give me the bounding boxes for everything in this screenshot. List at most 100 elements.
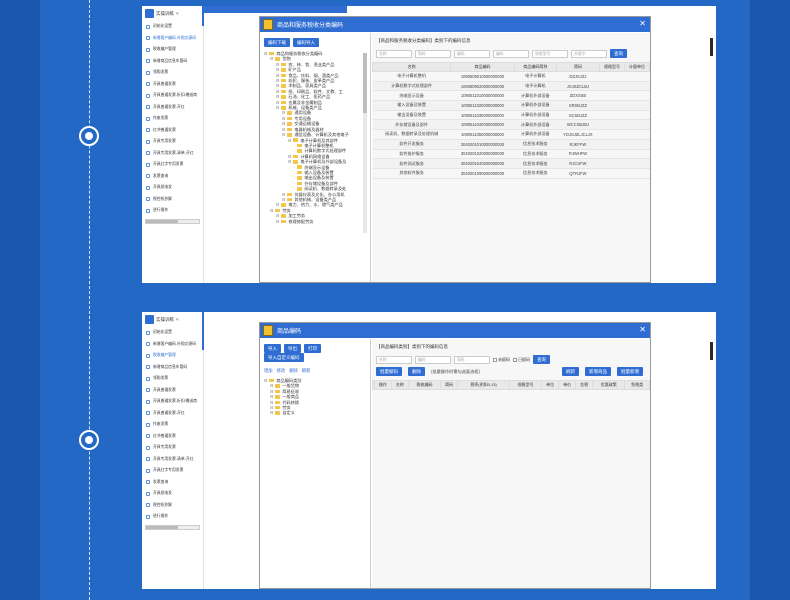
sidebar-item[interactable]: 开具纸电发 — [142, 182, 203, 194]
sidebar-item[interactable]: 开具红字专用发票 — [142, 159, 203, 171]
sidebar-item[interactable]: 新增商品信息车管码 — [142, 362, 203, 374]
download-code-button[interactable]: 编码下载 — [264, 38, 290, 47]
sidebar-item[interactable]: 税收编户管理 — [142, 350, 203, 362]
expand-toggle-icon[interactable]: ⊟ — [276, 202, 279, 207]
table-row[interactable]: 阅读机、数据转录及处理机械 1090511050000000000 计算机外部设备 Y… — [372, 129, 650, 140]
sidebar-item[interactable]: 领购发票 — [142, 67, 203, 79]
table-row[interactable]: 外存储设备及部件 1090511040000000000 计算机外部设备 WCCSBJ… — [372, 119, 650, 131]
refresh-button[interactable]: 刷新 — [562, 367, 579, 376]
filter-input[interactable]: 关键字 — [571, 49, 607, 58]
expand-toggle-icon[interactable]: ⊟ — [270, 410, 273, 415]
right-edge-band — [750, 0, 790, 600]
sidebar-item[interactable]: 开具普通发票 — [142, 385, 203, 397]
table-row[interactable]: 输出设备及装置 1090511030000000000 计算机外部设备 SCSBJZZ — [372, 110, 650, 121]
tree-node[interactable]: ⊟ 自定义 — [264, 410, 366, 415]
add-link[interactable]: 增加 — [264, 368, 273, 373]
sidebar-item[interactable]: 发票查询 — [142, 477, 203, 489]
chevron-down-icon[interactable]: ˅ — [176, 11, 179, 16]
sidebar-item[interactable]: 开具普通发票-开红 — [142, 102, 203, 114]
table-row[interactable]: 输入设备及装置 1090511020000000000 计算机外部设备 SRSBJZZ — [372, 100, 650, 111]
delete-link[interactable]: 删除 — [289, 368, 298, 373]
filter-input[interactable]: 名称 — [376, 49, 412, 58]
sidebar-item[interactable]: 开具专用发票 — [142, 442, 203, 454]
sidebar-item[interactable]: 税控机抄解 — [142, 500, 203, 512]
sidebar-scrollbar[interactable] — [145, 218, 200, 224]
query-button[interactable]: 查询 — [533, 355, 550, 364]
sidebar-item[interactable]: 开具普通发票-开红 — [142, 408, 203, 420]
export-button[interactable]: 导出 — [284, 344, 301, 353]
filter-input[interactable]: 简码 — [415, 49, 451, 58]
print-button[interactable]: 打印 — [304, 344, 321, 353]
sidebar-item[interactable]: 领购发票 — [142, 373, 203, 385]
sidebar-item[interactable]: 红冲普通发票 — [142, 431, 203, 443]
delete-button[interactable]: 删除 — [408, 367, 425, 376]
expand-toggle-icon[interactable]: · — [294, 148, 295, 153]
sidebar-item[interactable]: 作废发票 — [142, 113, 203, 125]
sidebar-item[interactable]: 进行操作 — [142, 205, 203, 217]
table-row[interactable]: 软件维护服务 3040201020000000000 信息技术服务 RJWHFW — [372, 149, 650, 160]
expand-toggle-icon[interactable]: ⊟ — [270, 208, 273, 213]
tree-scrollbar[interactable] — [363, 53, 367, 233]
expand-toggle-icon[interactable]: ⊟ — [282, 132, 285, 137]
table-row[interactable]: 电子计算机整机 1090509010000000000 电子计算机 DZJSJZJ — [372, 71, 650, 82]
table-row[interactable]: 其他软件服务 3040201090000000000 信息技术服务 QTRJFW — [372, 168, 650, 179]
sidebar-item[interactable]: 开具普通发票 — [142, 79, 203, 91]
chevron-down-icon[interactable]: ˅ — [176, 317, 179, 322]
sidebar-scrollbar[interactable] — [145, 524, 200, 530]
close-icon[interactable]: ✕ — [639, 19, 646, 28]
import-custom-code-button[interactable]: 导入自定义编码 — [264, 353, 304, 362]
table-row[interactable]: 软件测试服务 3040201040000000000 信息技术服务 RJCSFW — [372, 158, 650, 169]
sidebar-item[interactable]: 作废发票 — [142, 419, 203, 431]
expand-toggle-icon[interactable]: ⊟ — [276, 219, 279, 224]
sidebar-item[interactable]: 开具专用发票-清单-开红 — [142, 454, 203, 466]
sidebar-item[interactable]: 开具纸电发 — [142, 488, 203, 500]
document-icon — [146, 445, 150, 450]
unassigned-checkbox[interactable]: 未赋码 — [493, 357, 510, 363]
sidebar-item[interactable]: 红冲普通发票 — [142, 125, 203, 137]
table-row[interactable]: 计算机数字式处理部件 1090509020000000000 电子计算机 JSJSZC… — [372, 81, 650, 92]
expand-toggle-icon[interactable]: ⊟ — [288, 138, 291, 143]
edit-link[interactable]: 修改 — [277, 368, 286, 373]
expand-toggle-icon[interactable]: ⊟ — [270, 56, 273, 61]
document-icon — [146, 151, 150, 156]
sidebar-item[interactable]: 开具普通发票-折扣/赠送商 — [142, 90, 203, 102]
refresh-link[interactable]: 刷新 — [302, 368, 311, 373]
sidebar-item[interactable]: 初始化设置 — [142, 21, 203, 33]
expand-toggle-icon[interactable]: ⊟ — [264, 51, 267, 56]
sidebar-item[interactable]: 开具专用发票-清单-开红 — [142, 148, 203, 160]
sidebar-item[interactable]: 发票查询 — [142, 171, 203, 183]
filter-input[interactable]: 规格型号 — [532, 49, 568, 58]
assigned-checkbox[interactable]: 已赋码 — [513, 357, 530, 363]
sidebar-item[interactable]: 新增客户编码-外购文源码 — [142, 339, 203, 351]
add-product-button[interactable]: 新增商品 — [585, 367, 611, 376]
shortcode-filter-input[interactable]: 简码 — [454, 355, 490, 364]
tree-node[interactable]: ⊟ 修理修配劳务 — [264, 219, 366, 224]
sidebar-item[interactable]: 开具红字专用发票 — [142, 465, 203, 477]
sidebar-item[interactable]: 进行操作 — [142, 511, 203, 523]
batch-add-button[interactable]: 批量新增 — [617, 367, 643, 376]
close-icon[interactable]: ✕ — [639, 325, 646, 334]
import-button[interactable]: 导入 — [264, 344, 281, 353]
resize-grip[interactable] — [710, 38, 713, 56]
sidebar-item[interactable]: 税控机抄解 — [142, 194, 203, 206]
sidebar-item[interactable]: 新增客户编码-外购文源码 — [142, 33, 203, 45]
name-filter-input[interactable]: 名称 — [376, 355, 412, 364]
filter-input[interactable]: 编码 — [493, 49, 529, 58]
table-row[interactable]: 软件开发服务 3040201010000000000 信息技术服务 RJKFFW — [372, 139, 650, 150]
import-code-button[interactable]: 编码导入 — [293, 38, 319, 47]
resize-grip[interactable] — [710, 342, 713, 360]
expand-toggle-icon[interactable]: ⊟ — [276, 105, 279, 110]
table-row[interactable]: 终端显示设备 1090511010000000000 计算机外部设备 ZDXSSB — [372, 90, 650, 102]
expand-toggle-icon[interactable]: ⊟ — [288, 159, 291, 164]
sidebar-item[interactable]: 开具专用发票 — [142, 136, 203, 148]
expand-toggle-icon[interactable]: ⊟ — [282, 197, 285, 202]
sidebar-item[interactable]: 开具普通发票-折扣/赠送商 — [142, 396, 203, 408]
sidebar-item[interactable]: 税收编户管理 — [142, 44, 203, 56]
code-filter-input[interactable]: 编码 — [415, 355, 451, 364]
filter-input[interactable]: 编码 — [454, 49, 490, 58]
query-button[interactable]: 查询 — [610, 49, 627, 58]
sidebar-item[interactable]: 初始化设置 — [142, 327, 203, 339]
expand-toggle-icon[interactable]: ⊟ — [264, 378, 267, 383]
batch-assign-button[interactable]: 批量赋码 — [376, 367, 402, 376]
sidebar-item[interactable]: 新增商品信息车管码 — [142, 56, 203, 68]
